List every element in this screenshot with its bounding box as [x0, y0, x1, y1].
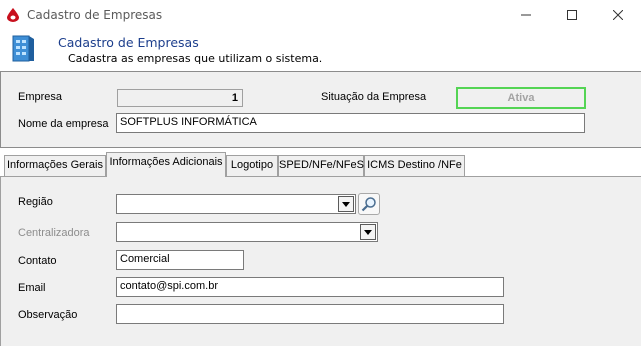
email-label: Email	[18, 282, 46, 294]
maximize-icon	[567, 10, 577, 20]
window-title: Cadastro de Empresas	[27, 8, 163, 22]
email-input[interactable]: contato@spi.com.br	[116, 277, 504, 297]
tab-sped-nfe-nfes[interactable]: SPED/NFe/NFeS	[278, 155, 364, 176]
centralizadora-select[interactable]	[116, 222, 378, 242]
observacao-input[interactable]	[116, 304, 504, 324]
building-icon	[10, 33, 36, 63]
empresa-code-field: 1	[117, 89, 243, 107]
tab-informacoes-gerais[interactable]: Informações Gerais	[4, 155, 106, 176]
close-icon	[613, 10, 623, 20]
droplet-icon	[7, 8, 19, 22]
regiao-dropdown-button[interactable]	[338, 196, 354, 212]
tab-logotipo[interactable]: Logotipo	[226, 155, 278, 176]
page-title: Cadastro de Empresas	[58, 35, 199, 50]
company-header-panel	[0, 71, 641, 148]
nome-empresa-input[interactable]: SOFTPLUS INFORMÁTICA	[116, 113, 585, 133]
contato-input[interactable]: Comercial	[116, 250, 244, 270]
observacao-label: Observação	[18, 309, 78, 321]
tab-informacoes-adicionais[interactable]: Informações Adicionais	[106, 152, 226, 177]
maximize-button[interactable]	[549, 0, 595, 30]
page-subtitle: Cadastra as empresas que utilizam o sist…	[68, 52, 323, 65]
tab-icms-destino-nfe[interactable]: ICMS Destino /NFe	[364, 155, 465, 176]
regiao-select[interactable]	[116, 194, 356, 214]
centralizadora-dropdown-button[interactable]	[360, 224, 376, 240]
empresa-label: Empresa	[18, 91, 63, 103]
chevron-down-icon	[342, 201, 350, 207]
regiao-label: Região	[18, 196, 53, 208]
chevron-down-icon	[364, 229, 372, 235]
minimize-button[interactable]	[503, 0, 549, 30]
minimize-icon	[521, 14, 531, 16]
centralizadora-label: Centralizadora	[18, 227, 90, 239]
magnifier-icon	[361, 197, 376, 212]
nome-empresa-label: Nome da empresa	[18, 118, 109, 130]
situacao-status-button[interactable]: Ativa	[456, 87, 586, 109]
situacao-label: Situação da Empresa	[321, 91, 427, 103]
regiao-search-button[interactable]	[358, 193, 380, 215]
contato-label: Contato	[18, 255, 57, 267]
close-button[interactable]	[595, 0, 641, 30]
